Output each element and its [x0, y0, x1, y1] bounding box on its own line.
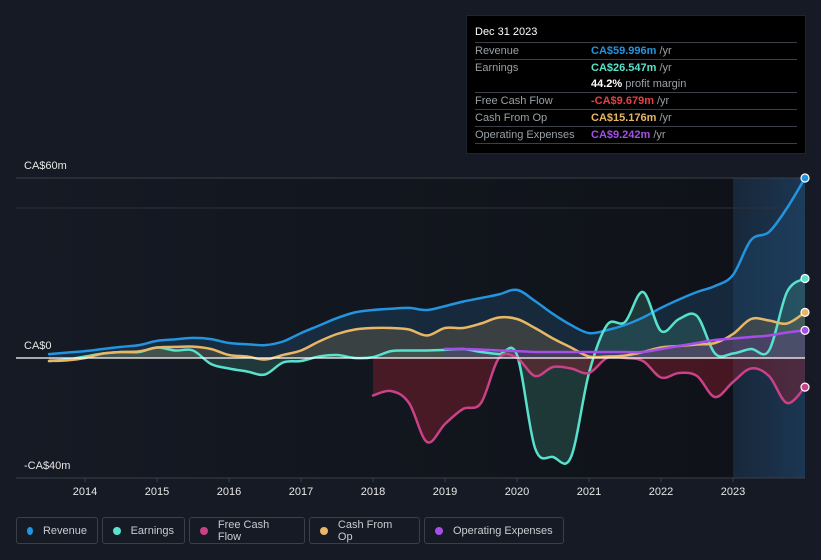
x-tick-label: 2023 [721, 486, 745, 498]
tooltip-row-operating-expenses: Operating Expenses CA$9.242m /yr [475, 127, 797, 144]
tooltip-unit: /yr [656, 95, 670, 107]
tooltip-row-free-cash-flow: Free Cash Flow -CA$9.679m /yr [475, 93, 797, 110]
x-tick-label: 2020 [505, 486, 529, 498]
legend-item-free-cash-flow[interactable]: Free Cash Flow [189, 517, 305, 544]
y-tick-label: CA$60m [24, 160, 67, 172]
tooltip-label: Operating Expenses [475, 129, 575, 141]
tooltip-value: 44.2% [591, 78, 623, 90]
tooltip-date: Dec 31 2023 [475, 24, 797, 43]
legend-item-revenue[interactable]: Revenue [16, 517, 98, 544]
tooltip-unit: /yr [653, 129, 666, 141]
tooltip-value: CA$9.242m [591, 129, 651, 141]
x-tick-label: 2015 [145, 486, 169, 498]
revenue-end-point [800, 173, 810, 183]
x-tick-label: 2016 [217, 486, 241, 498]
tooltip-row-revenue: Revenue CA$59.996m /yr [475, 43, 797, 60]
tooltip-label: Earnings [475, 62, 519, 74]
x-tick-label: 2019 [433, 486, 457, 498]
tooltip-row-earnings: Earnings CA$26.547m /yr [475, 60, 797, 76]
legend-dot-icon [200, 526, 208, 535]
legend-label: Free Cash Flow [217, 518, 270, 543]
legend-item-cash-from-op[interactable]: Cash From Op [309, 517, 420, 544]
x-tick-label: 2018 [361, 486, 385, 498]
legend-item-operating-expenses[interactable]: Operating Expenses [424, 517, 564, 544]
legend-dot-icon [113, 526, 121, 535]
y-tick-label: CA$0 [24, 340, 52, 352]
tooltip-value: CA$26.547m [591, 62, 657, 74]
tooltip-row-cash-from-op: Cash From Op CA$15.176m /yr [475, 110, 797, 127]
legend-label: Earnings [130, 524, 174, 537]
x-tick-label: 2017 [289, 486, 313, 498]
tooltip-unit: /yr [659, 112, 672, 124]
tooltip-label: Free Cash Flow [475, 95, 553, 107]
legend-item-earnings[interactable]: Earnings [102, 517, 185, 544]
legend-dot-icon [320, 526, 328, 535]
tooltip-value: CA$15.176m [591, 112, 657, 124]
tooltip-label: Revenue [475, 45, 520, 57]
tooltip-value: CA$59.996m [591, 45, 657, 57]
operating-expenses-end-point [800, 325, 810, 335]
tooltip-label: Cash From Op [475, 112, 548, 124]
tooltip-unit: profit margin [625, 78, 687, 90]
free-cash-flow-end-point [800, 382, 810, 392]
tooltip: Dec 31 2023 Revenue CA$59.996m /yr Earni… [466, 15, 806, 154]
tooltip-unit: /yr [659, 62, 672, 74]
cash-from-op-end-point [800, 307, 810, 317]
earnings-end-point [800, 273, 810, 284]
x-tick-label: 2022 [649, 486, 673, 498]
y-tick-label: -CA$40m [24, 460, 71, 472]
tooltip-unit: /yr [659, 45, 672, 57]
x-tick-label: 2014 [73, 486, 97, 498]
x-tick-label: 2021 [577, 486, 601, 498]
tooltip-label [475, 76, 591, 92]
legend-dot-icon [435, 526, 443, 535]
tooltip-row-profit-margin: 44.2% profit margin [475, 76, 797, 93]
tooltip-value: -CA$9.679m [591, 95, 654, 107]
legend-label: Operating Expenses [453, 524, 553, 537]
legend-dot-icon [27, 526, 33, 535]
legend-label: Cash From Op [337, 518, 393, 543]
legend-label: Revenue [42, 524, 87, 537]
